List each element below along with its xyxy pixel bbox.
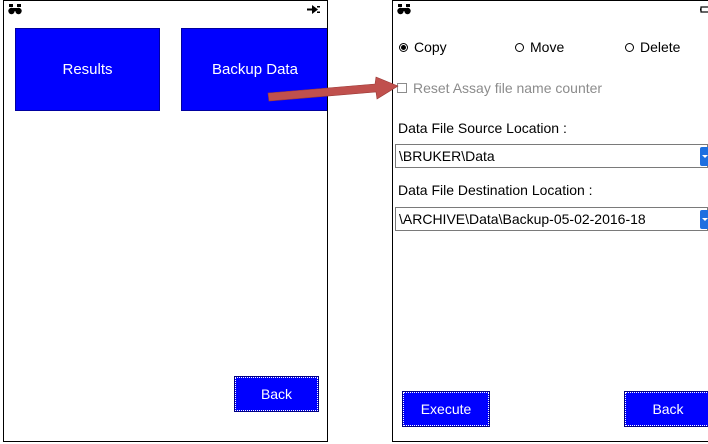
results-tile-label: Results xyxy=(62,61,113,78)
binoculars-icon xyxy=(397,4,411,15)
chevron-down-icon[interactable] xyxy=(700,210,708,229)
source-location-value: \BRUKER\Data xyxy=(399,148,495,164)
radio-copy-label: Copy xyxy=(414,39,447,55)
source-location-dropdown[interactable]: \BRUKER\Data xyxy=(395,144,708,168)
radio-copy[interactable]: Copy xyxy=(399,39,447,55)
radio-move-indicator[interactable] xyxy=(515,42,524,52)
back-button-label: Back xyxy=(260,386,293,402)
execute-button-label: Execute xyxy=(420,401,472,417)
execute-button[interactable]: Execute xyxy=(402,391,490,427)
radio-delete-label: Delete xyxy=(640,39,681,55)
destination-location-dropdown[interactable]: \ARCHIVE\Data\Backup-05-02-2016-18 xyxy=(395,207,708,231)
radio-delete[interactable]: Delete xyxy=(625,39,680,55)
chevron-down-icon[interactable] xyxy=(700,147,708,166)
radio-move[interactable]: Move xyxy=(515,39,564,55)
reset-counter-checkbox[interactable]: Reset Assay file name counter xyxy=(397,80,602,96)
destination-location-label: Data File Destination Location : xyxy=(398,182,593,198)
radio-delete-indicator[interactable] xyxy=(625,42,634,52)
radio-copy-indicator[interactable] xyxy=(399,42,408,52)
destination-location-value: \ARCHIVE\Data\Backup-05-02-2016-18 xyxy=(399,211,646,227)
back-button-label: Back xyxy=(652,401,684,417)
reset-counter-checkbox-box[interactable] xyxy=(397,83,407,93)
binoculars-icon xyxy=(8,4,22,15)
back-button[interactable]: Back xyxy=(624,391,708,427)
source-location-label: Data File Source Location : xyxy=(398,120,567,136)
backup-data-tile[interactable]: Backup Data xyxy=(181,28,327,111)
main-menu-screen: Results Backup Data Back xyxy=(3,0,328,442)
backup-data-screen: Copy Move Delete Reset Assay file name c… xyxy=(392,0,708,442)
power-plug-icon xyxy=(307,4,321,15)
back-button[interactable]: Back xyxy=(234,376,319,412)
radio-move-label: Move xyxy=(530,39,565,55)
battery-icon xyxy=(700,4,708,15)
results-tile[interactable]: Results xyxy=(15,28,160,111)
reset-counter-checkbox-label: Reset Assay file name counter xyxy=(413,80,603,96)
backup-data-tile-label: Backup Data xyxy=(212,61,298,78)
